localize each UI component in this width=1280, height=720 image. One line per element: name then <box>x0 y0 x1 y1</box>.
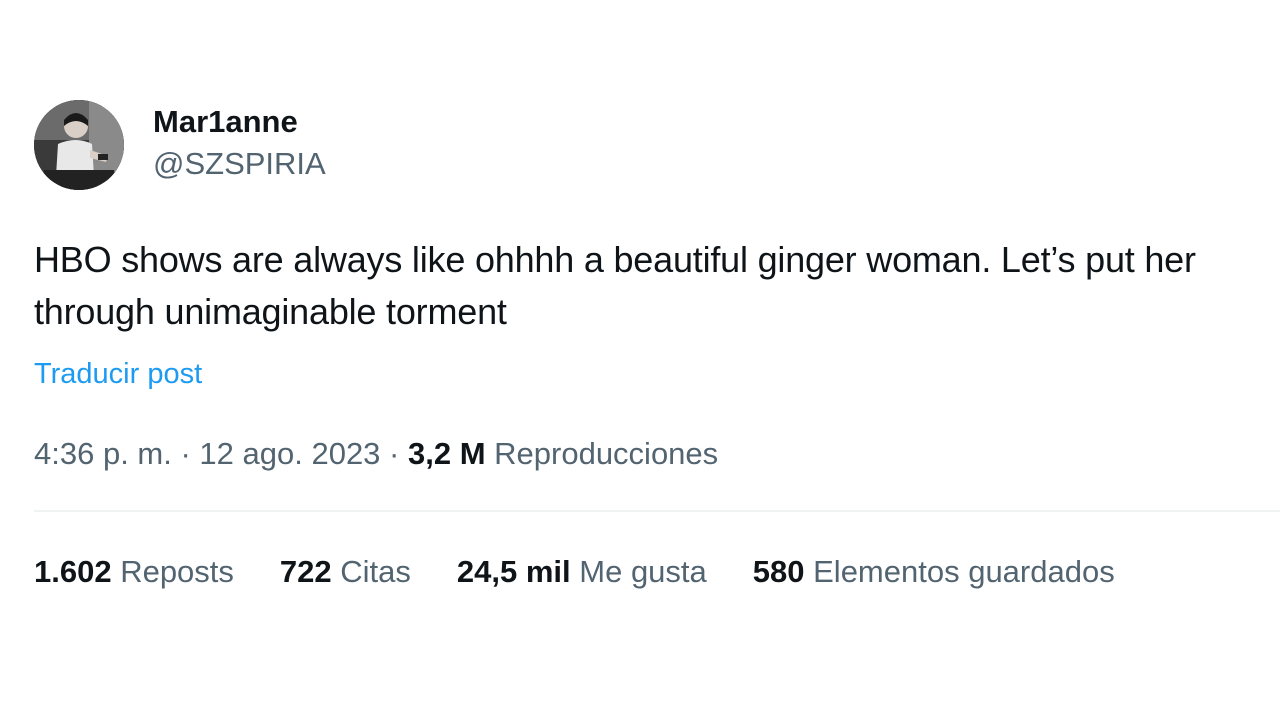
bookmarks-count: 580 <box>752 554 805 589</box>
avatar[interactable] <box>34 100 124 190</box>
user-handle[interactable]: @SZSPIRIA <box>153 144 326 184</box>
views-label: Reproducciones <box>485 436 719 471</box>
bookmarks-stat[interactable]: 580 Elementos guardados <box>753 552 1115 592</box>
quotes-count: 722 <box>279 554 332 589</box>
reposts-label: Reposts <box>111 554 234 589</box>
tweet: Mar1anne @SZSPIRIA HBO shows are always … <box>34 100 1280 474</box>
reposts-count: 1.602 <box>34 554 112 589</box>
likes-stat[interactable]: 24,5 mil Me gusta <box>457 552 707 592</box>
divider <box>34 510 1280 512</box>
quotes-label: Citas <box>331 554 411 589</box>
likes-label: Me gusta <box>570 554 707 589</box>
likes-count: 24,5 mil <box>456 554 571 589</box>
quotes-stat[interactable]: 722 Citas <box>280 552 411 592</box>
post-date[interactable]: 12 ago. 2023 <box>199 436 380 471</box>
post-time[interactable]: 4:36 p. m. <box>34 436 172 471</box>
reposts-stat[interactable]: 1.602 Reposts <box>34 552 234 592</box>
avatar-photo <box>34 100 124 190</box>
bookmarks-label: Elementos guardados <box>804 554 1115 589</box>
post-meta: 4:36 p. m. · 12 ago. 2023 · 3,2 M Reprod… <box>34 434 1280 474</box>
views-count: 3,2 M <box>408 436 486 471</box>
tweet-header: Mar1anne @SZSPIRIA <box>34 100 1280 190</box>
display-name[interactable]: Mar1anne <box>153 102 326 142</box>
translate-post-link[interactable]: Traducir post <box>34 356 202 392</box>
engagement-stats: 1.602 Reposts 722 Citas 24,5 mil Me gust… <box>34 552 1161 592</box>
author-names: Mar1anne @SZSPIRIA <box>153 104 326 184</box>
post-text: HBO shows are always like ohhhh a beauti… <box>34 239 1196 332</box>
meta-separator: · <box>380 436 408 471</box>
meta-separator: · <box>171 436 200 471</box>
